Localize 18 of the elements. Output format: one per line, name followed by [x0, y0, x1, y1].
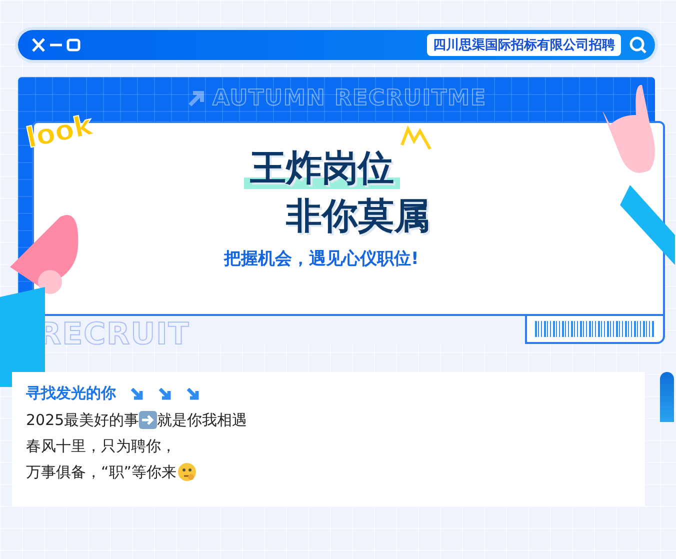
arrow-icon: [158, 386, 172, 400]
intro-text: 万事俱备，“职”等你来: [26, 462, 177, 483]
arrow-icon: [186, 386, 200, 400]
arrow-icon: [186, 88, 206, 109]
intro-text: 春风十里，只为聘你，: [26, 436, 176, 457]
headline: 非你莫属: [285, 194, 431, 239]
arrow-icon: [130, 386, 144, 400]
window-controls-icon: [32, 38, 82, 52]
intro-text: 就是你我相遇: [157, 410, 248, 431]
tagline: 把握机会，遇见心仪职位!: [224, 248, 419, 270]
barcode-icon: [535, 321, 655, 337]
search-icon[interactable]: [629, 36, 647, 54]
intro-heading: 寻找发光的你: [26, 384, 116, 403]
company-label: 四川思渠国际招标有限公司招聘: [427, 34, 621, 56]
watermark-text: RECRUIT: [38, 317, 190, 352]
intro-text: 2025最美好的事: [26, 410, 140, 431]
thinking-face-icon: [176, 462, 197, 482]
watermark-text: AUTUMN RECRUITME: [212, 86, 487, 112]
